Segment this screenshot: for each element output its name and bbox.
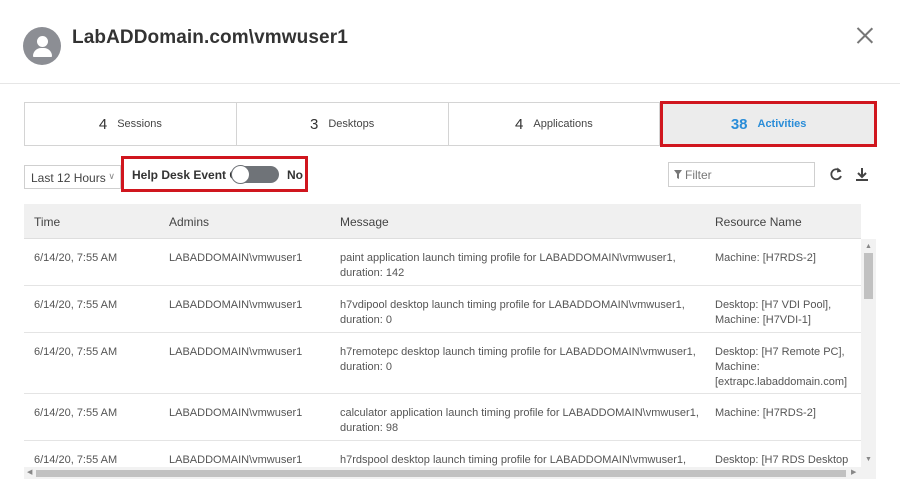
cell-resource: Desktop: [H7 Remote PC], Machine: [extra…	[715, 346, 848, 388]
tab-applications[interactable]: 4 Applications	[448, 103, 661, 145]
vertical-scroll-thumb[interactable]	[864, 253, 873, 299]
cell-message: h7vdipool desktop launch timing profile …	[340, 299, 685, 326]
table-row[interactable]: 6/14/20, 7:55 AM LABADDOMAIN\vmwuser1 ca…	[24, 394, 861, 441]
cell-resource: Machine: [H7RDS-2]	[715, 407, 816, 419]
tab-count: 4	[515, 115, 524, 133]
user-avatar-icon	[23, 27, 61, 65]
scroll-up-icon[interactable]: ▲	[865, 243, 872, 250]
column-header-resource-name[interactable]: Resource Name	[715, 215, 802, 229]
chevron-down-icon: ∨	[108, 171, 115, 181]
column-header-message[interactable]: Message	[340, 215, 389, 229]
filter-box	[668, 162, 815, 187]
cell-resource: Desktop: [H7 VDI Pool], Machine: [H7VDI-…	[715, 299, 832, 326]
time-range-select[interactable]: Last 12 Hours ∨	[24, 165, 121, 189]
scroll-right-icon[interactable]: ▶	[851, 468, 856, 476]
tab-count: 38	[730, 115, 748, 133]
toggle-knob	[231, 165, 250, 184]
scroll-down-icon[interactable]: ▼	[865, 456, 872, 463]
horizontal-scroll-thumb[interactable]	[36, 470, 846, 477]
tab-label: Applications	[533, 118, 593, 130]
refresh-icon[interactable]	[829, 166, 843, 182]
cell-admin: LABADDOMAIN\vmwuser1	[169, 252, 303, 264]
cell-time: 6/14/20, 7:55 AM	[34, 252, 118, 264]
cell-admin: LABADDOMAIN\vmwuser1	[169, 299, 303, 311]
cell-admin: LABADDOMAIN\vmwuser1	[169, 346, 303, 358]
helpdesk-event-value: No	[287, 168, 303, 182]
tab-activities[interactable]: 38 Activities	[660, 101, 877, 147]
tab-sessions[interactable]: 4 Sessions	[25, 103, 237, 145]
user-details-dialog: LabADDomain.com\vmwuser1 4 Sessions 3 De…	[0, 0, 900, 497]
dialog-header: LabADDomain.com\vmwuser1	[0, 0, 900, 84]
table-row[interactable]: 6/14/20, 7:55 AM LABADDOMAIN\vmwuser1 h7…	[24, 286, 861, 333]
cell-message: h7rdspool desktop launch timing profile …	[340, 454, 687, 466]
column-header-admins[interactable]: Admins	[169, 215, 209, 229]
table-header: Time Admins Message Resource Name	[24, 204, 861, 239]
cell-time: 6/14/20, 7:55 AM	[34, 454, 118, 466]
download-icon[interactable]	[856, 166, 868, 182]
tab-label: Desktops	[328, 118, 375, 130]
helpdesk-event-toggle-group: Help Desk Event Only No	[121, 156, 308, 192]
cell-time: 6/14/20, 7:55 AM	[34, 299, 118, 311]
time-range-value: Last 12 Hours	[31, 171, 106, 185]
activities-table: Time Admins Message Resource Name 6/14/2…	[24, 204, 876, 479]
cell-message: paint application launch timing profile …	[340, 252, 676, 279]
tab-label: Activities	[757, 118, 807, 130]
horizontal-scrollbar[interactable]: ◀ ▶	[24, 467, 876, 479]
cell-admin: LABADDOMAIN\vmwuser1	[169, 454, 303, 466]
table-body: 6/14/20, 7:55 AM LABADDOMAIN\vmwuser1 pa…	[24, 239, 861, 467]
cell-time: 6/14/20, 7:55 AM	[34, 346, 118, 358]
cell-time: 6/14/20, 7:55 AM	[34, 407, 118, 419]
table-row[interactable]: 6/14/20, 7:55 AM LABADDOMAIN\vmwuser1 h7…	[24, 333, 861, 394]
tab-desktops[interactable]: 3 Desktops	[236, 103, 449, 145]
filter-input[interactable]	[685, 166, 810, 184]
dialog-title: LabADDomain.com\vmwuser1	[72, 27, 348, 48]
close-icon[interactable]	[855, 26, 875, 46]
cell-admin: LABADDOMAIN\vmwuser1	[169, 407, 303, 419]
filter-icon	[674, 170, 682, 179]
cell-resource: Machine: [H7RDS-2]	[715, 252, 816, 264]
vertical-scrollbar[interactable]: ▲ ▼	[861, 239, 876, 467]
column-header-time[interactable]: Time	[34, 215, 60, 229]
tab-count: 4	[98, 115, 108, 133]
cell-message: calculator application launch timing pro…	[340, 407, 699, 434]
helpdesk-event-toggle[interactable]	[231, 165, 279, 184]
cell-message: h7remotepc desktop launch timing profile…	[340, 346, 696, 373]
tab-count: 3	[310, 115, 319, 133]
scroll-left-icon[interactable]: ◀	[27, 468, 32, 476]
table-row[interactable]: 6/14/20, 7:55 AM LABADDOMAIN\vmwuser1 h7…	[24, 441, 861, 467]
table-row[interactable]: 6/14/20, 7:55 AM LABADDOMAIN\vmwuser1 pa…	[24, 239, 861, 286]
cell-resource: Desktop: [H7 RDS Desktop	[715, 454, 849, 466]
summary-tabs: 4 Sessions 3 Desktops 4 Applications 38 …	[24, 101, 877, 147]
tab-label: Sessions	[117, 118, 162, 130]
